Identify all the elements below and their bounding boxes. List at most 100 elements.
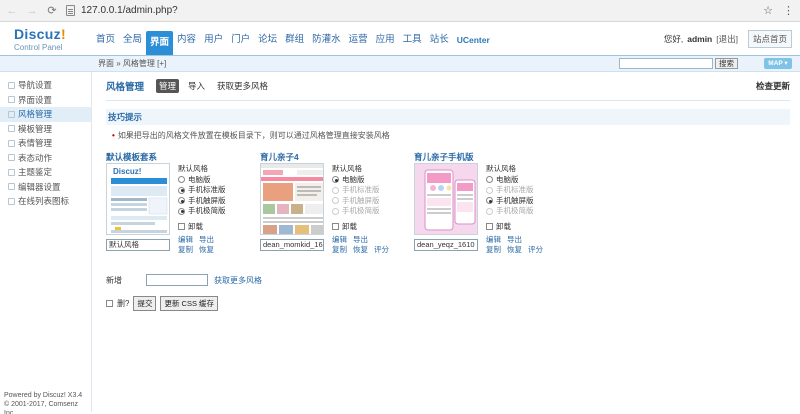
uninstall-checkbox[interactable]	[332, 223, 339, 231]
style-action-link[interactable]: 复制	[486, 245, 501, 255]
nav-item[interactable]: UCenter	[453, 31, 494, 49]
style-action-link[interactable]: 评分	[374, 245, 389, 255]
submit-button[interactable]: 提交	[133, 296, 157, 311]
radio-button	[486, 186, 493, 194]
nav-item[interactable]: 全局	[119, 31, 146, 49]
radio-button[interactable]	[486, 176, 493, 184]
get-more-styles-link[interactable]: 获取更多风格	[214, 275, 262, 286]
nav-item[interactable]: 内容	[173, 31, 200, 49]
sub-bar: 界面 » 风格管理 [+] 搜索 MAP ▾	[0, 56, 800, 72]
nav-item[interactable]: 首页	[92, 31, 119, 49]
new-label: 新增	[106, 275, 122, 285]
style-action-link[interactable]: 导出	[353, 235, 368, 245]
search-input[interactable]	[619, 58, 713, 69]
style-action-link[interactable]: 复制	[178, 245, 193, 255]
forward-icon[interactable]: →	[26, 5, 38, 17]
reload-icon[interactable]: ⟳	[46, 4, 58, 17]
map-button[interactable]: MAP ▾	[764, 58, 792, 69]
uninstall-checkbox[interactable]	[178, 223, 185, 231]
style-action-link[interactable]: 恢复	[199, 245, 214, 255]
style-thumbnail[interactable]: Discuz!	[106, 163, 170, 235]
style-action-link[interactable]: 恢复	[507, 245, 522, 255]
style-option: 手机触屏版	[332, 196, 380, 207]
style-option[interactable]: 手机触屏版	[486, 196, 534, 207]
logout-link[interactable]: [退出]	[716, 33, 738, 45]
menu-icon[interactable]: ⋮	[783, 4, 794, 17]
bookmark-star-icon[interactable]: ☆	[763, 4, 773, 17]
sidebar-item[interactable]: 主题鉴定	[0, 165, 91, 180]
nav-item[interactable]: 论坛	[254, 31, 281, 49]
new-style-input[interactable]	[146, 274, 208, 286]
style-action-link[interactable]: 评分	[528, 245, 543, 255]
option-label: 手机极简版	[342, 206, 380, 215]
sidebar-item[interactable]: 导航设置	[0, 78, 91, 93]
sidebar-item[interactable]: 模板管理	[0, 122, 91, 137]
sidebar-item[interactable]: 风格管理	[0, 107, 91, 122]
style-option[interactable]: 手机极简版	[178, 206, 226, 217]
radio-button[interactable]	[486, 197, 493, 205]
svg-text:Discuz!: Discuz!	[113, 167, 141, 176]
tab-import[interactable]: 导入	[185, 79, 208, 93]
style-action-link[interactable]: 导出	[507, 235, 522, 245]
style-option[interactable]: 电脑版	[486, 175, 534, 186]
footer-powered: Powered by Discuz! X3.4	[4, 392, 83, 399]
tab-get-more[interactable]: 获取更多风格	[214, 79, 271, 93]
sidebar-item[interactable]: 界面设置	[0, 93, 91, 108]
address-bar[interactable]: 127.0.0.1/admin.php?	[66, 3, 755, 19]
style-action-link[interactable]: 编辑	[486, 235, 501, 245]
style-action-link[interactable]: 导出	[199, 235, 214, 245]
radio-button[interactable]	[178, 207, 185, 215]
radio-button[interactable]	[332, 176, 339, 184]
uninstall-checkbox[interactable]	[486, 223, 493, 231]
style-name-input[interactable]: dean_momkid_16	[260, 239, 324, 251]
style-name-input[interactable]: 默认风格	[106, 239, 170, 251]
footer-copyright: © 2001-2017, Comsenz Inc.	[4, 401, 79, 414]
nav-item[interactable]: 界面	[146, 31, 174, 55]
radio-button[interactable]	[178, 176, 185, 184]
update-css-button[interactable]: 更新 CSS 缓存	[160, 296, 219, 311]
nav-item[interactable]: 防灌水	[308, 31, 345, 49]
radio-button[interactable]	[178, 197, 185, 205]
search-button[interactable]: 搜索	[715, 58, 738, 69]
page-icon	[66, 5, 75, 16]
nav-item[interactable]: 工具	[399, 31, 426, 49]
tab-manage[interactable]: 管理	[156, 79, 180, 93]
style-option[interactable]: 电脑版	[178, 175, 226, 186]
nav-item[interactable]: 运营	[345, 31, 372, 49]
sidebar-item[interactable]: 表态动作	[0, 151, 91, 166]
style-name-input[interactable]: dean_yeqz_1610	[414, 239, 478, 251]
style-name[interactable]: 默认模板套系	[106, 151, 260, 163]
style-name[interactable]: 育儿亲子4	[260, 151, 414, 163]
nav-item[interactable]: 站长	[426, 31, 453, 49]
nav-item[interactable]: 群组	[281, 31, 308, 49]
style-option[interactable]: 手机标准版	[178, 185, 226, 196]
check-update-link[interactable]: 检查更新	[756, 80, 790, 92]
nav-item[interactable]: 应用	[372, 31, 399, 49]
sidebar-item[interactable]: 在线列表图标	[0, 194, 91, 209]
style-action-link[interactable]: 复制	[332, 245, 347, 255]
style-action-link[interactable]: 恢复	[353, 245, 368, 255]
main-nav: 首页 全局 界面 内容 用户 门户 论坛 群组 防灌水 运营 应用 工具 站长 UCenter	[92, 21, 494, 55]
nav-item[interactable]: 用户	[200, 31, 227, 49]
style-option[interactable]: 手机触屏版	[178, 196, 226, 207]
sidebar-item[interactable]: 表情管理	[0, 136, 91, 151]
radio-button[interactable]	[178, 186, 185, 194]
logo-subtitle: Control Panel	[14, 43, 63, 52]
style-action-link[interactable]: 编辑	[178, 235, 193, 245]
style-card: 育儿亲子手机版 默认风格 电脑版 手机标准版 手机触屏版 手机极简版 卸载 dean_yeqz…	[414, 151, 568, 254]
sidebar-item[interactable]: 编辑器设置	[0, 180, 91, 195]
site-home-button[interactable]: 站点首页	[747, 30, 792, 48]
breadcrumb: 界面 » 风格管理 [+]	[98, 59, 167, 68]
style-option: 手机极简版	[486, 206, 534, 217]
delete-checkbox[interactable]	[106, 300, 113, 307]
style-action-link[interactable]: 编辑	[332, 235, 347, 245]
style-option[interactable]: 电脑版	[332, 175, 380, 186]
back-icon[interactable]: ←	[6, 5, 18, 17]
style-card: 育儿亲子4 默认风格 电脑版 手机标准版 手机触屏版 手机极简版 卸载 dean_momkid…	[260, 151, 414, 254]
nav-item[interactable]: 门户	[227, 31, 254, 49]
style-name[interactable]: 育儿亲子手机版	[414, 151, 568, 163]
tips-box: 技巧提示 • 如果把导出的风格文件放置在模板目录下，则可以通过风格管理直接安装风格	[106, 100, 790, 141]
default-style-label: 默认风格	[486, 164, 516, 173]
style-thumbnail[interactable]	[414, 163, 478, 235]
style-thumbnail[interactable]	[260, 163, 324, 235]
